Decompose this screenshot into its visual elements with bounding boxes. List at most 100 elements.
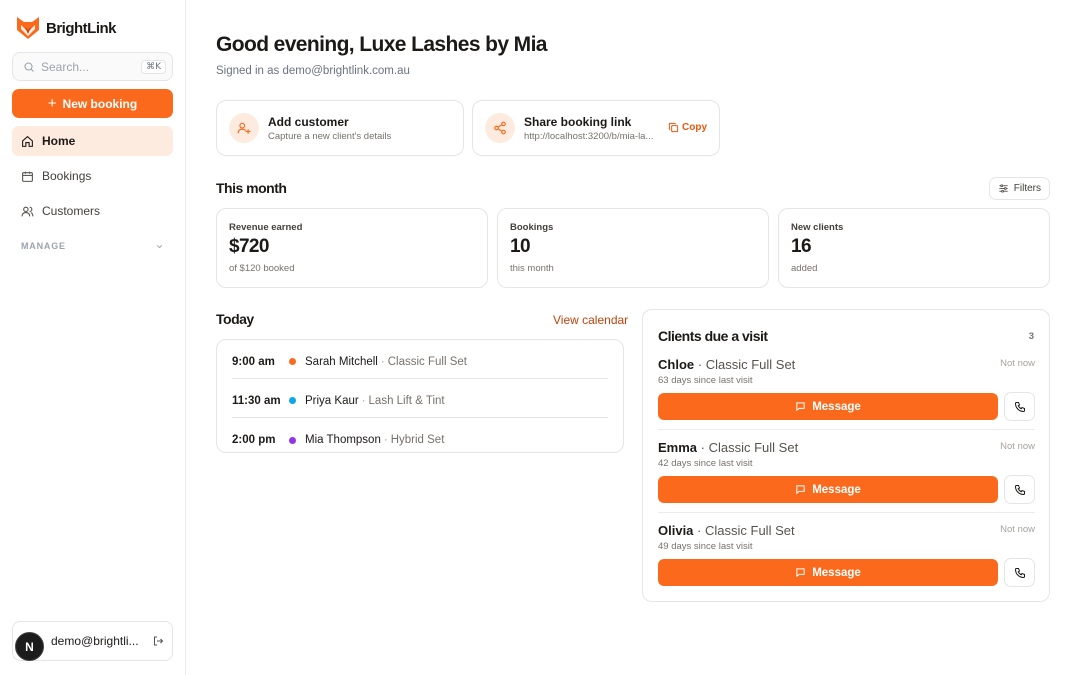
appointment-client: Sarah Mitchell <box>305 355 378 368</box>
client-service: Classic Full Set <box>705 357 796 372</box>
users-icon <box>21 206 34 216</box>
share-icon-wrap <box>485 113 515 143</box>
appointment-time: 9:00 am <box>232 355 275 368</box>
today-appointments-list: 9:00 am Sarah Mitchell · Classic Full Se… <box>216 339 624 453</box>
user-menu[interactable]: N demo@brightli... <box>12 621 173 661</box>
new-booking-button[interactable]: + New booking <box>12 89 173 118</box>
due-client-item: Olivia · Classic Full Set 49 days since … <box>658 523 1035 607</box>
fox-logo-icon <box>17 17 39 39</box>
sidebar-item-label: Home <box>42 134 76 148</box>
client-days-since: 49 days since last visit <box>658 541 753 552</box>
copy-link-button[interactable]: Copy <box>668 122 707 133</box>
stat-value: 10 <box>510 236 531 257</box>
clients-due-card: Clients due a visit 3 Chloe · Classic Fu… <box>642 309 1050 602</box>
clients-due-heading: Clients due a visit <box>658 328 768 344</box>
sidebar-item-customers[interactable]: Customers <box>12 196 173 226</box>
not-now-button[interactable]: Not now <box>1000 524 1035 535</box>
today-heading: Today <box>216 311 254 327</box>
add-customer-card[interactable]: Add customer Capture a new client's deta… <box>216 100 464 156</box>
stat-subtext: added <box>791 263 818 274</box>
calendar-icon <box>22 171 33 182</box>
appointment-client: Mia Thompson <box>305 434 381 446</box>
sidebar-item-bookings[interactable]: Bookings <box>12 161 173 191</box>
copy-icon <box>668 122 679 133</box>
separator: · <box>697 523 705 538</box>
appointment-row[interactable]: 11:30 am Priya Kaur · Lash Lift & Tint <box>232 384 608 418</box>
divider <box>658 429 1035 430</box>
share-booking-link-card[interactable]: Share booking link http://localhost:3200… <box>472 100 720 156</box>
message-label: Message <box>812 483 861 496</box>
call-button[interactable] <box>1004 392 1035 421</box>
client-days-since: 63 days since last visit <box>658 375 753 386</box>
stat-label: Revenue earned <box>229 222 303 233</box>
divider <box>658 512 1035 513</box>
stat-subtext: this month <box>510 263 554 274</box>
chevron-down-icon <box>156 244 163 248</box>
message-button[interactable]: Message <box>658 559 998 586</box>
search-placeholder: Search... <box>41 59 90 74</box>
message-label: Message <box>812 400 861 413</box>
appointment-service: Lash Lift & Tint <box>368 394 445 407</box>
filters-button[interactable]: Filters <box>988 177 1050 200</box>
page-title: Good evening, Luxe Lashes by Mia <box>216 33 547 56</box>
status-dot <box>289 397 296 404</box>
message-label: Message <box>812 566 861 579</box>
call-button[interactable] <box>1004 475 1035 504</box>
phone-icon <box>1014 567 1025 578</box>
copy-label: Copy <box>682 122 707 133</box>
avatar: N <box>15 632 44 661</box>
client-name: Emma <box>658 440 698 455</box>
action-title: Add customer <box>268 114 349 129</box>
appointment-service: Hybrid Set <box>390 434 445 446</box>
stat-card-bookings: Bookings 10 this month <box>497 208 769 288</box>
client-name: Olivia <box>658 523 694 538</box>
search-input[interactable]: Search... ⌘K <box>12 52 173 81</box>
client-days-since: 42 days since last visit <box>658 458 753 469</box>
client-name: Chloe <box>658 357 695 372</box>
stat-label: New clients <box>791 222 844 233</box>
stat-card-new-clients: New clients 16 added <box>778 208 1050 288</box>
message-button[interactable]: Message <box>658 476 998 503</box>
stat-value: 16 <box>791 236 812 257</box>
share-icon <box>494 121 506 135</box>
plus-icon: + <box>47 95 57 112</box>
view-calendar-link[interactable]: View calendar <box>553 313 628 327</box>
appointment-row[interactable]: 9:00 am Sarah Mitchell · Classic Full Se… <box>232 345 608 379</box>
not-now-button[interactable]: Not now <box>1000 358 1035 369</box>
signed-in-text: Signed in as demo@brightlink.com.au <box>216 65 410 77</box>
appointment-client: Priya Kaur <box>305 394 359 407</box>
client-service: Classic Full Set <box>705 523 795 538</box>
phone-icon <box>1014 401 1025 412</box>
home-icon <box>22 135 33 147</box>
separator: · <box>700 440 709 455</box>
separator: · <box>361 394 366 407</box>
sidebar-item-home[interactable]: Home <box>12 126 173 156</box>
message-button[interactable]: Message <box>658 393 998 420</box>
appointment-time: 2:00 pm <box>232 434 276 446</box>
appointment-service: Classic Full Set <box>387 355 467 368</box>
stat-label: Bookings <box>510 222 554 233</box>
sidebar-item-label: Bookings <box>42 169 92 183</box>
call-button[interactable] <box>1004 558 1035 587</box>
clients-due-count: 3 <box>1028 331 1034 342</box>
status-dot <box>289 436 296 444</box>
not-now-button[interactable]: Not now <box>1000 441 1035 452</box>
message-icon <box>796 402 805 412</box>
client-service: Classic Full Set <box>708 440 799 455</box>
search-shortcut-badge: ⌘K <box>141 59 166 74</box>
user-plus-icon <box>237 122 251 134</box>
logo[interactable]: BrightLink <box>16 16 117 40</box>
separator: · <box>380 355 385 368</box>
search-icon <box>24 61 34 72</box>
message-icon <box>796 485 805 495</box>
sidebar: BrightLink Search... ⌘K + New booking Ho… <box>0 0 186 675</box>
filters-label: Filters <box>1013 183 1041 194</box>
manage-section-label: MANAGE <box>21 241 66 251</box>
manage-section-toggle[interactable]: MANAGE <box>21 241 164 251</box>
logout-icon[interactable] <box>152 635 164 647</box>
appointment-row[interactable]: 2:00 pm Mia Thompson · Hybrid Set <box>232 423 608 457</box>
sidebar-item-label: Customers <box>42 204 101 218</box>
sliders-icon <box>999 184 1008 193</box>
status-dot <box>289 358 296 365</box>
booking-link-url: http://localhost:3200/b/mia-la... <box>524 130 654 142</box>
